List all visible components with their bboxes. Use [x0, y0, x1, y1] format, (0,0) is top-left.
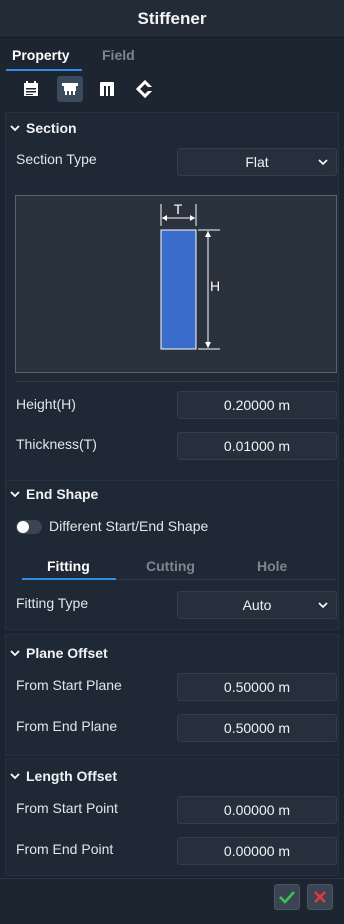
- fitting-type-value: Auto: [242, 597, 272, 613]
- stiffener-profile-icon[interactable]: [57, 76, 83, 102]
- from-start-plane-input[interactable]: 0.50000 m: [177, 673, 337, 701]
- fitting-type-label: Fitting Type: [16, 595, 89, 611]
- window-title: Stiffener: [0, 0, 344, 38]
- thickness-value: 0.01000 m: [223, 438, 291, 454]
- length-offset-header[interactable]: Length Offset: [10, 766, 117, 786]
- section-divider: [15, 381, 337, 382]
- plane-offset-header[interactable]: Plane Offset: [10, 643, 108, 663]
- toggle-knob: [17, 521, 29, 533]
- flat-bar-shape: [160, 229, 197, 350]
- tab-property[interactable]: Property: [12, 47, 70, 63]
- from-end-plane-value: 0.50000 m: [223, 720, 291, 736]
- plane-offset-header-label: Plane Offset: [26, 645, 108, 661]
- fitting-type-select[interactable]: Auto: [177, 591, 337, 619]
- chevron-down-icon: [10, 649, 26, 657]
- chevron-down-icon: [318, 602, 328, 609]
- subtab-cutting[interactable]: Cutting: [146, 558, 195, 574]
- check-icon: [279, 891, 295, 904]
- from-start-plane-value: 0.50000 m: [223, 679, 291, 695]
- bracket-icon[interactable]: [94, 76, 120, 102]
- end-shape-header-label: End Shape: [26, 486, 99, 502]
- cancel-button[interactable]: [307, 884, 333, 910]
- section-type-value: Flat: [245, 154, 269, 170]
- thickness-label: Thickness(T): [16, 436, 97, 452]
- height-label: Height(H): [16, 396, 76, 412]
- section-type-label: Section Type: [16, 151, 97, 167]
- height-input[interactable]: 0.20000 m: [177, 391, 337, 419]
- close-icon: [314, 891, 326, 903]
- length-offset-header-label: Length Offset: [26, 768, 117, 784]
- section-header-label: Section: [26, 120, 77, 136]
- from-end-point-value: 0.00000 m: [223, 843, 291, 859]
- section-type-select[interactable]: Flat: [177, 148, 337, 176]
- chevron-down-icon: [10, 772, 26, 780]
- active-subtab-indicator: [22, 578, 116, 580]
- section-diagram: T H: [15, 195, 337, 373]
- from-start-point-input[interactable]: 0.00000 m: [177, 796, 337, 824]
- active-tab-indicator: [6, 69, 82, 71]
- from-start-plane-label: From Start Plane: [16, 677, 122, 693]
- from-start-point-value: 0.00000 m: [223, 802, 291, 818]
- subtab-fitting[interactable]: Fitting: [47, 558, 90, 574]
- main-tabs: Property Field: [0, 38, 344, 72]
- section-header[interactable]: Section: [10, 118, 77, 138]
- end-shape-header[interactable]: End Shape: [10, 484, 98, 504]
- chevron-down-icon: [318, 159, 328, 166]
- subtab-hole[interactable]: Hole: [257, 558, 287, 574]
- from-start-point-label: From Start Point: [16, 800, 118, 816]
- from-end-point-label: From End Point: [16, 841, 114, 857]
- from-end-point-input[interactable]: 0.00000 m: [177, 837, 337, 865]
- chevron-down-icon: [10, 490, 26, 498]
- end-connection-icon[interactable]: [132, 76, 158, 102]
- height-value: 0.20000 m: [223, 397, 291, 413]
- thickness-input[interactable]: 0.01000 m: [177, 432, 337, 460]
- calendar-icon[interactable]: [18, 76, 44, 102]
- from-end-plane-label: From End Plane: [16, 718, 118, 734]
- height-dimension-label: H: [210, 278, 220, 294]
- thickness-dimension-label: T: [174, 201, 183, 217]
- from-end-plane-input[interactable]: 0.50000 m: [177, 714, 337, 742]
- confirm-button[interactable]: [274, 884, 300, 910]
- chevron-down-icon: [10, 124, 26, 132]
- different-shape-label: Different Start/End Shape: [49, 518, 209, 534]
- tab-field[interactable]: Field: [102, 47, 135, 63]
- different-shape-toggle[interactable]: [16, 520, 42, 534]
- property-toolbar: [0, 72, 344, 108]
